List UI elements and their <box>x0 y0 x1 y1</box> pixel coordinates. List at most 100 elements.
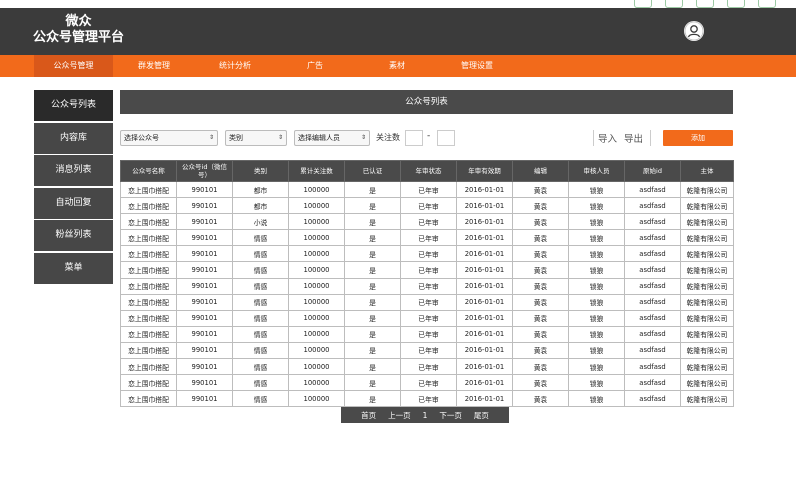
cell-audit-status: 已年审 <box>400 180 457 199</box>
cell-audit-expiry: 2016-01-01 <box>456 341 513 360</box>
first-page-link[interactable]: 首页 <box>361 410 376 421</box>
table-row[interactable]: 恋上围巾搭配 990101 情感 100000 是已年审 2016-01-01 黄袁 锁狼 as… <box>120 293 734 311</box>
import-button[interactable]: 导入 <box>598 131 617 145</box>
col-header-verified[interactable]: 已认证 <box>344 160 401 182</box>
cell-account-id: 990101 <box>176 390 233 408</box>
sidebar-item-message-list[interactable]: 消息列表 <box>34 155 113 186</box>
col-header-category[interactable]: 类别 <box>232 160 289 182</box>
sidebar-item-menu[interactable]: 菜单 <box>34 252 113 284</box>
cell-category: 都市 <box>232 180 289 199</box>
col-header-owner[interactable]: 主体 <box>680 160 734 182</box>
col-header-followers[interactable]: 累计关注数 <box>288 160 345 182</box>
cell-editor: 黄袁 <box>512 261 569 279</box>
sidebar-item-auto-reply[interactable]: 自动回复 <box>34 187 113 219</box>
table-row[interactable]: 恋上围巾搭配 990101 都市 100000 是已年审 2016-01-01 黄袁 锁狼 as… <box>120 197 734 215</box>
editor-select[interactable]: 选择编辑人员 ⇕ <box>294 130 370 146</box>
cell-audit-expiry: 2016-01-01 <box>456 309 513 327</box>
category-select-value: 类别 <box>229 134 243 142</box>
cell-followers: 100000 <box>288 180 345 199</box>
nav-item-broadcast[interactable]: 群发管理 <box>124 55 184 77</box>
toolbar-icon-1[interactable] <box>634 0 652 8</box>
nav-item-statistics[interactable]: 统计分析 <box>205 55 265 77</box>
table-row[interactable]: 恋上围巾搭配 990101 情感 100000 是已年审 2016-01-01 黄袁 锁狼 as… <box>120 245 734 263</box>
cell-account-id: 990101 <box>176 325 233 343</box>
cell-audit-status: 已年审 <box>400 261 457 279</box>
cell-original-id: asdfasd <box>624 277 681 295</box>
nav-item-account-management[interactable]: 公众号管理 <box>34 55 113 77</box>
table-row[interactable]: 恋上围巾搭配 990101 情感 100000 是已年审 2016-01-01 黄袁 锁狼 as… <box>120 229 734 247</box>
cell-audit-expiry: 2016-01-01 <box>456 293 513 311</box>
cell-original-id: asdfasd <box>624 374 681 392</box>
cell-account-name: 恋上围巾搭配 <box>120 358 177 376</box>
cell-followers: 100000 <box>288 229 345 247</box>
app-header: 微众 公众号管理平台 <box>0 8 796 55</box>
cell-verified: 是 <box>344 245 401 263</box>
nav-item-ads[interactable]: 广告 <box>290 55 340 77</box>
col-header-account-id[interactable]: 公众号id（微信号） <box>176 160 233 182</box>
cell-owner: 乾隆有限公司 <box>680 197 734 215</box>
col-header-editor[interactable]: 编辑 <box>512 160 569 182</box>
add-button[interactable]: 添加 <box>663 130 733 146</box>
toolbar-icon-5[interactable] <box>758 0 776 8</box>
pagination: 首页 上一页 1 下一页 尾页 <box>341 407 509 423</box>
followers-min-input[interactable] <box>405 130 423 146</box>
cell-editor: 黄袁 <box>512 180 569 199</box>
table-row[interactable]: 恋上围巾搭配 990101 都市 100000 是已年审 2016-01-01 黄袁 锁狼 as… <box>120 180 734 199</box>
toolbar-icon-2[interactable] <box>665 0 683 8</box>
col-header-audit-expiry[interactable]: 年审有效期 <box>456 160 513 182</box>
col-header-original-id[interactable]: 原始id <box>624 160 681 182</box>
last-page-link[interactable]: 尾页 <box>474 410 489 421</box>
cell-reviewer: 锁狼 <box>568 180 625 199</box>
followers-max-input[interactable] <box>437 130 455 146</box>
cell-reviewer: 锁狼 <box>568 293 625 311</box>
cell-reviewer: 锁狼 <box>568 390 625 408</box>
cell-category: 情感 <box>232 374 289 392</box>
nav-item-settings[interactable]: 管理设置 <box>446 55 508 77</box>
account-table: 公众号名称 公众号id（微信号） 类别 累计关注数 已认证 年审状态 年审有效期… <box>120 160 734 408</box>
cell-audit-expiry: 2016-01-01 <box>456 358 513 376</box>
table-row[interactable]: 恋上围巾搭配 990101 情感 100000 是已年审 2016-01-01 黄袁 锁狼 as… <box>120 309 734 327</box>
prev-page-link[interactable]: 上一页 <box>388 410 411 421</box>
cell-reviewer: 锁狼 <box>568 229 625 247</box>
cell-verified: 是 <box>344 293 401 311</box>
user-avatar-icon[interactable] <box>684 21 704 41</box>
col-header-account-name[interactable]: 公众号名称 <box>120 160 177 182</box>
cell-account-id: 990101 <box>176 277 233 295</box>
cell-followers: 100000 <box>288 325 345 343</box>
table-row[interactable]: 恋上围巾搭配 990101 情感 100000 是已年审 2016-01-01 黄袁 锁狼 as… <box>120 374 734 392</box>
col-header-reviewer[interactable]: 审核人员 <box>568 160 625 182</box>
divider <box>650 130 651 146</box>
table-row[interactable]: 恋上围巾搭配 990101 情感 100000 是已年审 2016-01-01 黄袁 锁狼 as… <box>120 341 734 360</box>
table-row[interactable]: 恋上围巾搭配 990101 情感 100000 是已年审 2016-01-01 黄袁 锁狼 as… <box>120 277 734 295</box>
table-row[interactable]: 恋上围巾搭配 990101 情感 100000 是已年审 2016-01-01 黄袁 锁狼 as… <box>120 390 734 408</box>
cell-audit-status: 已年审 <box>400 374 457 392</box>
cell-audit-status: 已年审 <box>400 245 457 263</box>
cell-editor: 黄袁 <box>512 293 569 311</box>
table-row[interactable]: 恋上围巾搭配 990101 情感 100000 是已年审 2016-01-01 黄袁 锁狼 as… <box>120 325 734 343</box>
nav-item-materials[interactable]: 素材 <box>372 55 422 77</box>
sidebar-item-fans-list[interactable]: 粉丝列表 <box>34 220 113 251</box>
export-button[interactable]: 导出 <box>624 131 643 145</box>
next-page-link[interactable]: 下一页 <box>439 410 462 421</box>
cell-owner: 乾隆有限公司 <box>680 341 734 360</box>
sidebar-item-content-library[interactable]: 内容库 <box>34 122 113 154</box>
cell-verified: 是 <box>344 197 401 215</box>
app-logo[interactable]: 微众 公众号管理平台 <box>33 14 124 46</box>
table-row[interactable]: 恋上围巾搭配 990101 情感 100000 是已年审 2016-01-01 黄袁 锁狼 as… <box>120 261 734 279</box>
table-row[interactable]: 恋上围巾搭配 990101 小说 100000 是已年审 2016-01-01 黄袁 锁狼 as… <box>120 213 734 231</box>
cell-verified: 是 <box>344 229 401 247</box>
cell-account-name: 恋上围巾搭配 <box>120 374 177 392</box>
cell-account-id: 990101 <box>176 374 233 392</box>
cell-audit-status: 已年审 <box>400 197 457 215</box>
cell-followers: 100000 <box>288 293 345 311</box>
toolbar-icon-4[interactable] <box>727 0 745 8</box>
toolbar-icon-3[interactable] <box>696 0 714 8</box>
cell-owner: 乾隆有限公司 <box>680 245 734 263</box>
sidebar: 公众号列表 内容库 消息列表 自动回复 粉丝列表 菜单 <box>34 90 113 285</box>
category-select[interactable]: 类别 ⇕ <box>225 130 287 146</box>
table-row[interactable]: 恋上围巾搭配 990101 情感 100000 是已年审 2016-01-01 黄袁 锁狼 as… <box>120 358 734 376</box>
col-header-audit-status[interactable]: 年审状态 <box>400 160 457 182</box>
account-select[interactable]: 选择公众号 ⇕ <box>120 130 218 146</box>
cell-original-id: asdfasd <box>624 309 681 327</box>
sidebar-item-account-list[interactable]: 公众号列表 <box>34 90 113 121</box>
